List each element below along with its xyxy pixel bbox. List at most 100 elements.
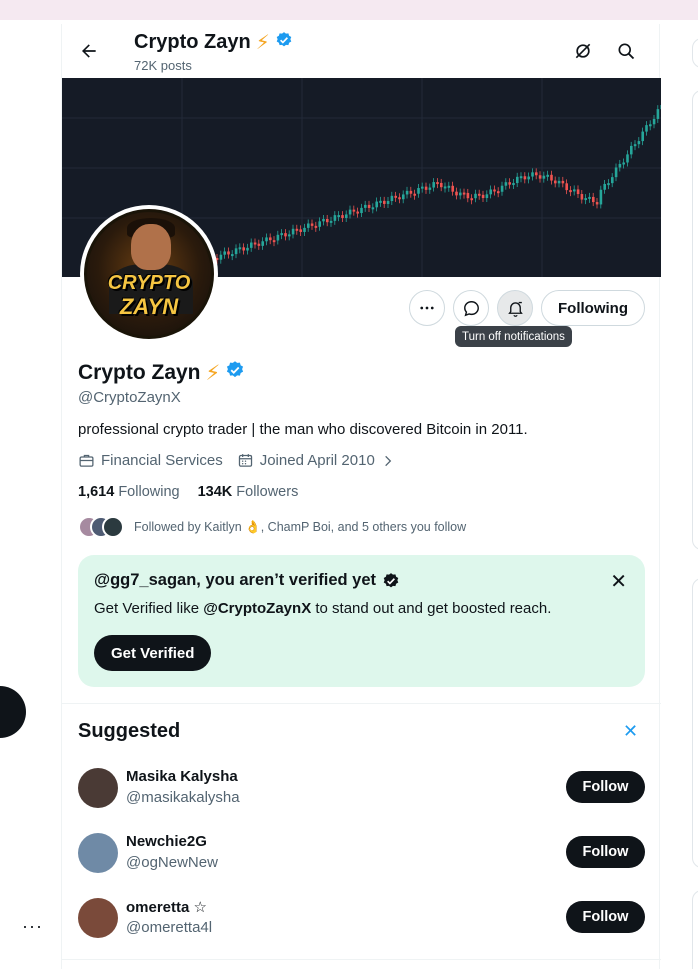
banner-candle	[413, 193, 416, 196]
verify-promo-card: @gg7_sagan, you aren’t verified yet Get …	[78, 555, 645, 687]
following-count: 1,614	[78, 484, 115, 500]
banner-candle	[231, 254, 234, 257]
suggested-user-item[interactable]: Newchie2G @ogNewNew Follow	[78, 833, 645, 877]
message-button[interactable]	[453, 290, 489, 326]
briefcase-icon	[79, 454, 94, 467]
banner-candle	[409, 190, 413, 194]
following-stat[interactable]: 1,614 Following	[78, 484, 180, 500]
avatar[interactable]	[78, 898, 118, 938]
banner-candle	[485, 194, 489, 199]
profile-joined-date: Joined April 2010	[259, 452, 375, 469]
banner-candle	[660, 104, 661, 110]
banner-candle	[223, 251, 226, 255]
profile-header: Crypto Zayn ⚡ 72K posts	[62, 24, 661, 78]
banner-candle	[622, 162, 625, 165]
search-icon[interactable]	[615, 40, 637, 62]
following-button[interactable]: Following	[541, 290, 645, 326]
profile-avatar[interactable]: CRYPTO ZAYN	[80, 205, 218, 343]
banner-candle	[299, 229, 302, 232]
follow-button[interactable]: Follow	[566, 771, 645, 803]
suggested-user-handle: @masikakalysha	[126, 789, 240, 806]
followers-stat[interactable]: 134K Followers	[198, 484, 299, 500]
banner-candle	[459, 192, 462, 196]
avatar-logo-text-1: CRYPTO	[107, 272, 191, 294]
notifications-button[interactable]	[497, 290, 533, 326]
lightning-emoji-icon: ⚡	[255, 32, 270, 54]
section-divider	[62, 703, 661, 704]
verified-badge-icon[interactable]	[225, 360, 245, 386]
banner-candle	[261, 241, 264, 246]
banner-candle	[443, 186, 447, 189]
back-arrow-icon[interactable]	[76, 38, 102, 64]
banner-candle	[633, 144, 637, 147]
profile-category[interactable]: Financial Services	[101, 452, 223, 469]
right-sidebar-search[interactable]	[692, 38, 698, 68]
banner-candle	[379, 200, 382, 203]
header-title: Crypto Zayn ⚡	[134, 30, 293, 55]
calendar-icon	[238, 454, 252, 467]
followers-stat-label: Followers	[236, 484, 299, 500]
banner-candle	[641, 131, 644, 142]
banner-candle	[303, 227, 306, 232]
banner-candle	[428, 187, 432, 190]
suggested-close-icon[interactable]: ✕	[623, 721, 638, 742]
ellipsis-icon	[420, 306, 434, 310]
verify-card-title-text: @gg7_sagan, you aren’t verified yet	[94, 571, 377, 589]
grok-icon[interactable]	[572, 40, 594, 62]
banner-candle	[603, 183, 606, 190]
banner-candle	[569, 190, 572, 193]
banner-candle	[516, 176, 519, 184]
banner-candle	[238, 247, 242, 250]
banner-candle	[455, 191, 458, 196]
banner-candle	[367, 204, 371, 208]
right-sidebar-panel	[692, 90, 698, 550]
banner-candle	[371, 207, 375, 210]
more-options-button[interactable]	[409, 290, 445, 326]
verify-card-title: @gg7_sagan, you aren’t verified yet	[94, 571, 400, 590]
suggested-user-item[interactable]: Masika Kalysha @masikakalysha Follow	[78, 768, 645, 812]
follow-button[interactable]: Follow	[566, 836, 645, 868]
more-menu-icon[interactable]: ···	[22, 916, 43, 937]
post-compose-button[interactable]	[0, 686, 26, 738]
banner-candle	[588, 196, 591, 199]
suggested-title: Suggested	[78, 720, 181, 742]
follow-button[interactable]: Follow	[566, 901, 645, 933]
notifications-tooltip: Turn off notifications	[455, 326, 572, 347]
suggested-user-name[interactable]: Newchie2G	[126, 833, 207, 850]
avatar[interactable]	[78, 833, 118, 873]
banner-candle	[326, 218, 329, 223]
banner-candle	[288, 234, 291, 237]
banner-candle	[383, 200, 386, 204]
chevron-right-icon[interactable]	[381, 454, 395, 468]
banner-candle	[565, 183, 568, 191]
verify-card-body-suffix: to stand out and get boosted reach.	[311, 600, 552, 617]
get-verified-button[interactable]: Get Verified	[94, 635, 212, 671]
banner-candle	[645, 125, 648, 132]
avatar[interactable]	[78, 768, 118, 808]
banner-candle	[611, 177, 614, 184]
banner-candle	[497, 191, 500, 194]
banner-candle	[493, 189, 496, 192]
banner-candle	[432, 182, 435, 188]
suggested-user-name[interactable]: omeretta ☆	[126, 898, 207, 916]
banner-candle	[402, 194, 405, 200]
banner-candle	[276, 234, 280, 241]
header-title-text: Crypto Zayn	[134, 31, 251, 53]
banner-candle	[337, 215, 340, 218]
banner-candle	[257, 243, 261, 246]
follow-stats: 1,614 Following 134K Followers	[78, 484, 298, 500]
banner-candle	[474, 193, 477, 199]
banner-candle	[451, 185, 454, 192]
banner-candle	[630, 145, 633, 155]
browser-top-strip	[0, 0, 698, 20]
suggested-user-item[interactable]: omeretta ☆ @omeretta4l Follow	[78, 898, 645, 942]
suggested-user-name[interactable]: Masika Kalysha	[126, 768, 238, 785]
bell-off-icon	[507, 301, 523, 317]
followed-by-row[interactable]: Followed by Kaitlyn 👌, ChamP Boi, and 5 …	[78, 515, 466, 539]
verify-card-close-icon[interactable]: ✕	[610, 569, 627, 594]
banner-candle	[535, 172, 538, 176]
section-divider	[62, 959, 661, 960]
banner-candle	[405, 190, 409, 195]
banner-candle	[592, 196, 595, 203]
verified-badge-black-icon	[383, 572, 399, 587]
